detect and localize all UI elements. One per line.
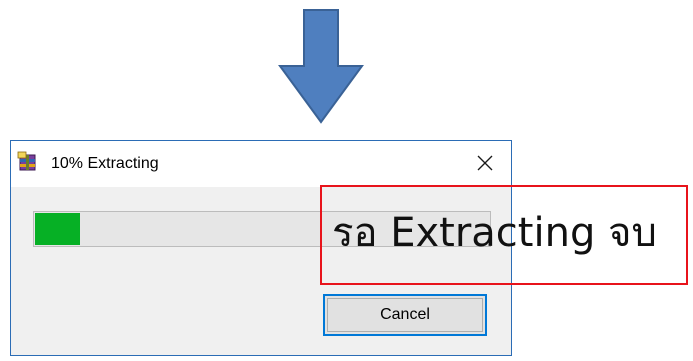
close-icon [477, 155, 493, 171]
cancel-button-label: Cancel [380, 306, 430, 323]
winrar-icon [17, 151, 36, 171]
annotation-text: รอ Extracting จบ [332, 210, 657, 256]
screenshot-stage: 10% Extracting Cancel รอ Extracting จบ [0, 0, 693, 361]
dialog-title: 10% Extracting [51, 155, 159, 172]
down-arrow-icon [278, 9, 364, 124]
annotation-box: รอ Extracting จบ [320, 185, 688, 285]
close-button[interactable] [467, 147, 503, 179]
cancel-button[interactable]: Cancel [323, 294, 487, 336]
progress-fill [35, 213, 80, 245]
title-bar[interactable]: 10% Extracting [11, 141, 511, 187]
